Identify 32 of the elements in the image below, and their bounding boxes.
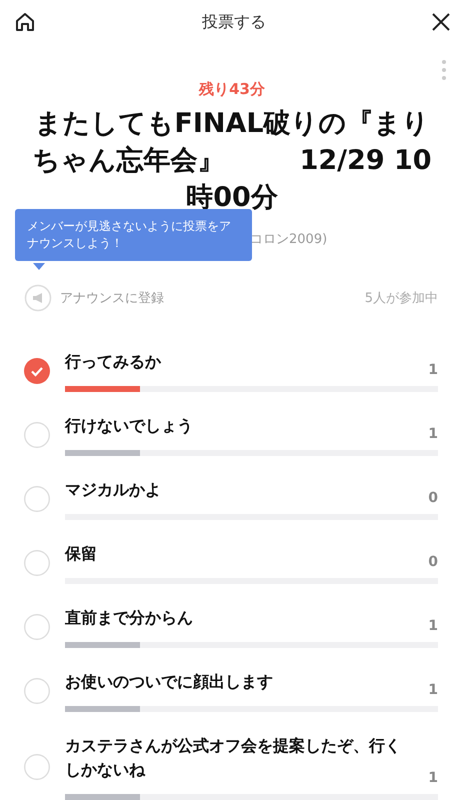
radio-button[interactable]: [24, 422, 50, 448]
close-icon[interactable]: [432, 13, 450, 31]
vote-count: 1: [428, 618, 438, 634]
header-title: 投票する: [202, 12, 266, 32]
vote-count: 0: [428, 554, 438, 570]
vote-count: 1: [428, 426, 438, 442]
radio-button[interactable]: [24, 550, 50, 576]
home-icon[interactable]: [14, 11, 36, 33]
radio-button[interactable]: [24, 678, 50, 704]
tooltip-pointer-icon: [33, 263, 45, 270]
vote-count: 1: [428, 770, 438, 786]
option-label: マジカルかよ: [65, 479, 161, 501]
option-label: 保留: [65, 543, 97, 565]
more-icon[interactable]: [442, 60, 446, 80]
vote-count: 1: [428, 682, 438, 698]
checked-radio[interactable]: [24, 358, 50, 384]
option-label: 行ってみるか: [65, 351, 161, 373]
radio-button[interactable]: [24, 754, 50, 780]
option-label: お使いのついでに顔出します: [65, 671, 273, 693]
radio-button[interactable]: [24, 614, 50, 640]
option-label: 行けないでしょう: [65, 415, 193, 437]
megaphone-icon[interactable]: [24, 284, 52, 312]
option-label: カステラさんが公式オフ会を提案したぞ、行くしかないね: [65, 735, 402, 781]
vote-count: 1: [428, 362, 438, 378]
time-remaining: 残り43分: [198, 80, 266, 99]
radio-button[interactable]: [24, 486, 50, 512]
option-label: 直前まで分からん: [65, 607, 193, 629]
tooltip: メンバーが見逃さないように投票をアナウンスしよう！: [15, 209, 252, 261]
poll-author: コロン2009): [250, 231, 328, 248]
announce-label[interactable]: アナウンスに登録: [60, 289, 365, 307]
participant-count: 5人が参加中: [364, 290, 438, 307]
vote-count: 0: [428, 490, 438, 506]
